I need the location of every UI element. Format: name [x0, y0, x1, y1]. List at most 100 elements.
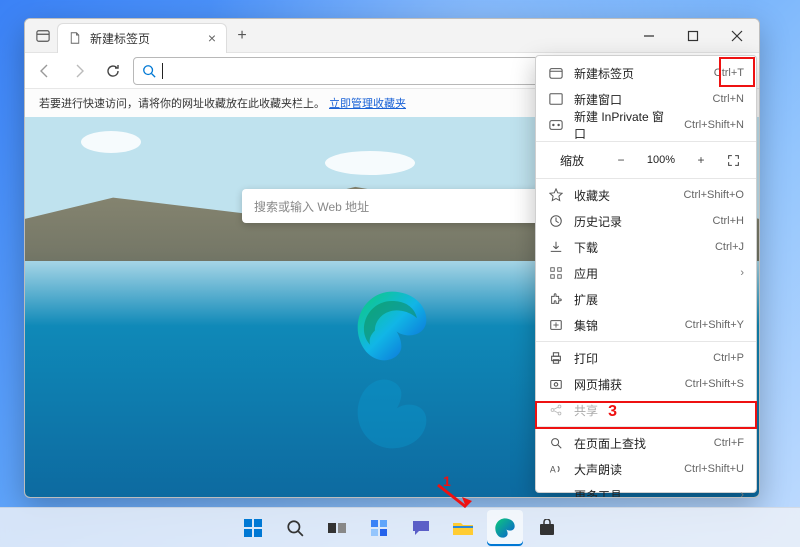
menu-label: 缩放: [560, 152, 600, 169]
taskbar-widgets[interactable]: [361, 510, 397, 546]
tab-strip: 新建标签页 × +: [25, 19, 627, 52]
menu-zoom-row: 缩放 − 100% +: [536, 145, 756, 175]
capture-icon: [548, 376, 564, 392]
titlebar: 新建标签页 × +: [25, 19, 759, 53]
edge-logo-reflection: [353, 375, 431, 453]
share-icon: [548, 402, 564, 418]
menu-read-aloud[interactable]: A 大声朗读 Ctrl+Shift+U: [536, 456, 756, 482]
menu-print[interactable]: 打印 Ctrl+P: [536, 345, 756, 371]
zoom-value: 100%: [642, 154, 680, 166]
edge-logo: [353, 287, 431, 365]
menu-label: 收藏夹: [574, 187, 673, 204]
new-tab-icon: [548, 65, 564, 81]
menu-capture[interactable]: 网页捕获 Ctrl+Shift+S: [536, 371, 756, 397]
menu-shortcut: Ctrl+J: [715, 241, 744, 253]
history-icon: [548, 213, 564, 229]
menu-downloads[interactable]: 下载 Ctrl+J: [536, 234, 756, 260]
menu-shortcut: Ctrl+Shift+Y: [685, 319, 744, 331]
menu-shortcut: Ctrl+N: [713, 93, 744, 105]
chevron-right-icon: ›: [740, 489, 744, 498]
menu-label: 历史记录: [574, 213, 703, 230]
more-menu: 新建标签页 Ctrl+T 新建窗口 Ctrl+N 新建 InPrivate 窗口…: [535, 55, 757, 493]
menu-shortcut: Ctrl+Shift+N: [684, 119, 744, 131]
close-window-button[interactable]: [715, 19, 759, 52]
new-window-icon: [548, 91, 564, 107]
taskbar-edge[interactable]: [487, 510, 523, 546]
menu-label: 新建窗口: [574, 91, 703, 108]
cloud-decoration: [325, 151, 415, 175]
menu-separator: [536, 341, 756, 342]
menu-label: 应用: [574, 265, 730, 282]
star-icon: [548, 187, 564, 203]
menu-shortcut: Ctrl+H: [713, 215, 744, 227]
menu-label: 大声朗读: [574, 461, 674, 478]
refresh-button[interactable]: [99, 57, 127, 85]
text-caret: [162, 63, 163, 79]
search-placeholder: 搜索或输入 Web 地址: [254, 198, 369, 215]
print-icon: [548, 350, 564, 366]
taskbar: [0, 507, 800, 547]
menu-label: 打印: [574, 350, 703, 367]
menu-history[interactable]: 历史记录 Ctrl+H: [536, 208, 756, 234]
content-search-box[interactable]: 搜索或输入 Web 地址: [242, 189, 542, 223]
inprivate-icon: [548, 117, 564, 133]
cloud-decoration: [81, 131, 141, 153]
zoom-in-button[interactable]: +: [690, 149, 712, 171]
download-icon: [548, 239, 564, 255]
menu-more-tools[interactable]: 更多工具 ›: [536, 482, 756, 498]
menu-label: 共享: [574, 402, 744, 419]
taskbar-explorer[interactable]: [445, 510, 481, 546]
menu-label: 新建标签页: [574, 65, 704, 82]
chevron-right-icon: ›: [740, 267, 744, 279]
tab-actions-icon[interactable]: [29, 29, 57, 43]
annotation-number-1: 1: [443, 473, 451, 489]
menu-new-inprivate[interactable]: 新建 InPrivate 窗口 Ctrl+Shift+N: [536, 112, 756, 138]
menu-find[interactable]: 在页面上查找 Ctrl+F: [536, 430, 756, 456]
menu-shortcut: Ctrl+Shift+S: [685, 378, 744, 390]
close-tab-icon[interactable]: ×: [208, 31, 216, 45]
taskbar-chat[interactable]: [403, 510, 439, 546]
menu-shortcut: Ctrl+Shift+U: [684, 463, 744, 475]
fullscreen-button[interactable]: [722, 149, 744, 171]
minimize-button[interactable]: [627, 19, 671, 52]
menu-apps[interactable]: 应用 ›: [536, 260, 756, 286]
menu-collections[interactable]: 集锦 Ctrl+Shift+Y: [536, 312, 756, 338]
menu-label: 扩展: [574, 291, 744, 308]
start-button[interactable]: [235, 510, 271, 546]
file-icon: [68, 31, 82, 45]
annotation-number-3: 3: [608, 403, 617, 421]
extensions-icon: [548, 291, 564, 307]
maximize-button[interactable]: [671, 19, 715, 52]
menu-label: 更多工具: [574, 487, 730, 499]
svg-text:A: A: [550, 465, 556, 475]
browser-window: 新建标签页 × + 若: [24, 18, 760, 498]
blank-icon: [548, 487, 564, 498]
manage-favorites-link[interactable]: 立即管理收藏夹: [329, 95, 406, 111]
menu-favorites[interactable]: 收藏夹 Ctrl+Shift+O: [536, 182, 756, 208]
menu-separator: [536, 426, 756, 427]
menu-label: 集锦: [574, 317, 675, 334]
read-aloud-icon: A: [548, 461, 564, 477]
window-controls: [627, 19, 759, 52]
menu-label: 下载: [574, 239, 705, 256]
tab-title: 新建标签页: [90, 30, 150, 47]
menu-label: 在页面上查找: [574, 435, 704, 452]
menu-shortcut: Ctrl+F: [714, 437, 744, 449]
zoom-out-button[interactable]: −: [610, 149, 632, 171]
back-button[interactable]: [31, 57, 59, 85]
menu-shortcut: Ctrl+T: [714, 67, 744, 79]
taskbar-search[interactable]: [277, 510, 313, 546]
info-text: 若要进行快速访问，请将你的网址收藏放在此收藏夹栏上。: [39, 95, 325, 111]
menu-label: 新建 InPrivate 窗口: [574, 108, 674, 142]
blank-icon: [548, 152, 550, 168]
taskbar-taskview[interactable]: [319, 510, 355, 546]
desktop-background: 新建标签页 × + 若: [0, 0, 800, 547]
menu-extensions[interactable]: 扩展: [536, 286, 756, 312]
new-tab-button[interactable]: +: [227, 27, 257, 45]
find-icon: [548, 435, 564, 451]
forward-button[interactable]: [65, 57, 93, 85]
taskbar-store[interactable]: [529, 510, 565, 546]
tab-newtab[interactable]: 新建标签页 ×: [57, 23, 227, 53]
search-icon: [142, 64, 156, 78]
menu-new-tab[interactable]: 新建标签页 Ctrl+T: [536, 60, 756, 86]
